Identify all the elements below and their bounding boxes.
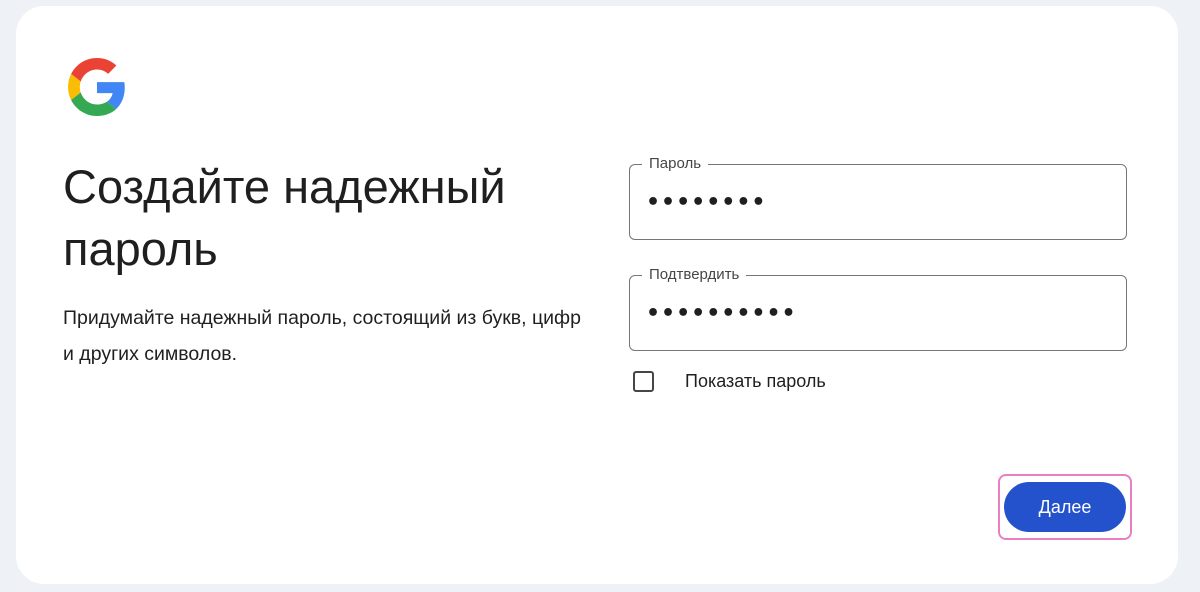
confirm-password-input[interactable] (646, 298, 1106, 328)
next-button[interactable]: Далее (1004, 482, 1126, 532)
next-button-highlight: Далее (998, 474, 1132, 540)
page-title: Создайте надежный пароль (63, 160, 506, 275)
google-logo-icon (68, 58, 125, 116)
page-subtitle: Придумайте надежный пароль, состоящий из… (63, 307, 581, 365)
show-password-label[interactable]: Показать пароль (685, 371, 826, 392)
password-input[interactable] (646, 187, 1106, 217)
password-field-label: Пароль (642, 154, 709, 174)
show-password-row[interactable]: Показать пароль (633, 366, 826, 396)
password-field[interactable]: Пароль (629, 154, 1127, 240)
confirm-password-field[interactable]: Подтвердить (629, 265, 1127, 351)
signup-card: Создайте надежный пароль Придумайте наде… (16, 6, 1178, 584)
confirm-password-field-label: Подтвердить (642, 265, 747, 285)
show-password-checkbox[interactable] (633, 370, 654, 392)
